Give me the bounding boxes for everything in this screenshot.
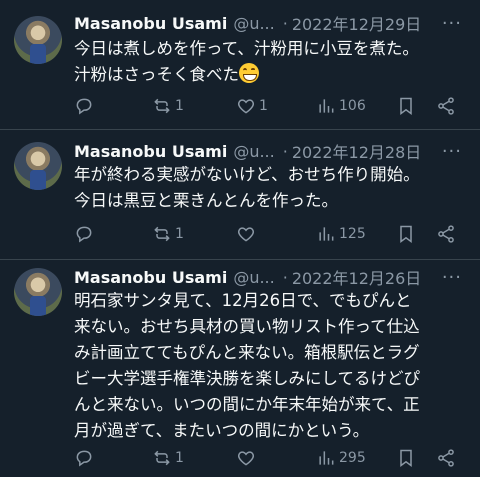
- bookmark-icon: [400, 225, 412, 243]
- views-icon: [319, 227, 334, 241]
- more-icon[interactable]: ···: [442, 13, 462, 34]
- reply-icon: [76, 98, 92, 115]
- tweet-text-line: 明石家サンタ見て、12月26日で、でもぴんと: [74, 291, 412, 310]
- tweet-text-line: ビー大学選手権準決勝を楽しみにしてるけどぴ: [74, 369, 421, 388]
- author-handle[interactable]: @u...: [233, 142, 274, 161]
- tweet-date[interactable]: 2022年12月28日: [292, 139, 421, 163]
- tweet-text-line: み計画立ててもぴんと来ない。箱根駅伝とラグ: [74, 343, 420, 362]
- reply-button[interactable]: [74, 94, 94, 118]
- reply-icon: [76, 226, 92, 243]
- tweet-date[interactable]: 2022年12月26日: [292, 265, 421, 289]
- heart-icon: [237, 227, 255, 242]
- bookmark-button[interactable]: [396, 94, 416, 118]
- avatar[interactable]: [14, 268, 62, 316]
- tweet-text-line: 今日は黒豆と栗きんとんを作った。: [74, 191, 338, 210]
- retweet-button[interactable]: 1: [152, 94, 184, 118]
- share-icon: [438, 225, 454, 243]
- bookmark-icon: [400, 97, 412, 115]
- separator-dot: ·: [282, 141, 288, 161]
- views-button[interactable]: 295: [316, 446, 366, 470]
- grinning-face-emoji-icon: [239, 63, 259, 83]
- tweet[interactable]: Masanobu Usami @u... · 2022年12月29日 ··· 今…: [0, 0, 480, 130]
- views-button[interactable]: 106: [316, 94, 366, 118]
- retweet-button[interactable]: 1: [152, 222, 184, 246]
- tweet-text-line: 月が過ぎて、またいつの間にかという。: [74, 421, 370, 440]
- author-name[interactable]: Masanobu Usami: [74, 268, 227, 287]
- share-icon: [438, 449, 454, 467]
- heart-icon: [237, 451, 255, 466]
- author-handle[interactable]: @u...: [233, 268, 274, 287]
- tweet-text-line: 来ない。おせち具材の買い物リスト作って仕込: [74, 317, 420, 336]
- tweet[interactable]: Masanobu Usami @u... · 2022年12月26日 ··· 明…: [0, 260, 480, 477]
- bookmark-button[interactable]: [396, 446, 416, 470]
- avatar[interactable]: [14, 142, 62, 190]
- share-button[interactable]: [436, 222, 456, 246]
- retweet-button[interactable]: 1: [152, 446, 184, 470]
- tweet-text: 明石家サンタ見て、12月26日で、でもぴんと 来ない。おせち具材の買い物リスト作…: [74, 288, 462, 444]
- reply-icon: [76, 450, 92, 467]
- like-count: 1: [259, 98, 268, 114]
- like-button[interactable]: [236, 222, 259, 246]
- avatar[interactable]: [14, 16, 62, 64]
- views-count: 125: [339, 226, 366, 242]
- like-button[interactable]: 1: [236, 94, 268, 118]
- tweet-text: 今日は煮しめを作って、汁粉用に小豆を煮た。 汁粉はさっそく食べた: [74, 36, 462, 88]
- share-icon: [438, 97, 454, 115]
- author-name[interactable]: Masanobu Usami: [74, 14, 227, 33]
- separator-dot: ·: [282, 13, 288, 33]
- reply-button[interactable]: [74, 222, 94, 246]
- tweet-date[interactable]: 2022年12月29日: [292, 11, 421, 35]
- retweet-icon: [154, 226, 170, 242]
- author-name[interactable]: Masanobu Usami: [74, 142, 227, 161]
- views-icon: [319, 451, 334, 465]
- share-button[interactable]: [436, 94, 456, 118]
- reply-button[interactable]: [74, 446, 94, 470]
- bookmark-icon: [400, 449, 412, 467]
- tweet[interactable]: Masanobu Usami @u... · 2022年12月28日 ··· 年…: [0, 130, 480, 260]
- more-icon[interactable]: ···: [442, 267, 462, 288]
- tweet-text: 年が終わる実感がないけど、おせち作り開始。 今日は黒豆と栗きんとんを作った。: [74, 162, 462, 214]
- bookmark-button[interactable]: [396, 222, 416, 246]
- views-button[interactable]: 125: [316, 222, 366, 246]
- tweet-text-line: 今日は煮しめを作って、汁粉用に小豆を煮た。: [74, 39, 419, 58]
- retweet-icon: [154, 98, 170, 114]
- tweet-text-line: んと来ない。いつの間にか年末年始が来て、正: [74, 395, 420, 414]
- separator-dot: ·: [282, 267, 288, 287]
- retweet-count: 1: [175, 450, 184, 466]
- tweet-text-line: 年が終わる実感がないけど、おせち作り開始。: [74, 165, 420, 184]
- like-button[interactable]: [236, 446, 259, 470]
- author-handle[interactable]: @u...: [233, 14, 274, 33]
- more-icon[interactable]: ···: [442, 141, 462, 162]
- retweet-icon: [154, 450, 170, 466]
- views-count: 295: [339, 450, 366, 466]
- retweet-count: 1: [175, 226, 184, 242]
- tweet-text-line: 汁粉はさっそく食べた: [74, 65, 239, 84]
- share-button[interactable]: [436, 446, 456, 470]
- retweet-count: 1: [175, 98, 184, 114]
- heart-icon: [237, 99, 255, 114]
- views-icon: [319, 99, 334, 113]
- views-count: 106: [339, 98, 366, 114]
